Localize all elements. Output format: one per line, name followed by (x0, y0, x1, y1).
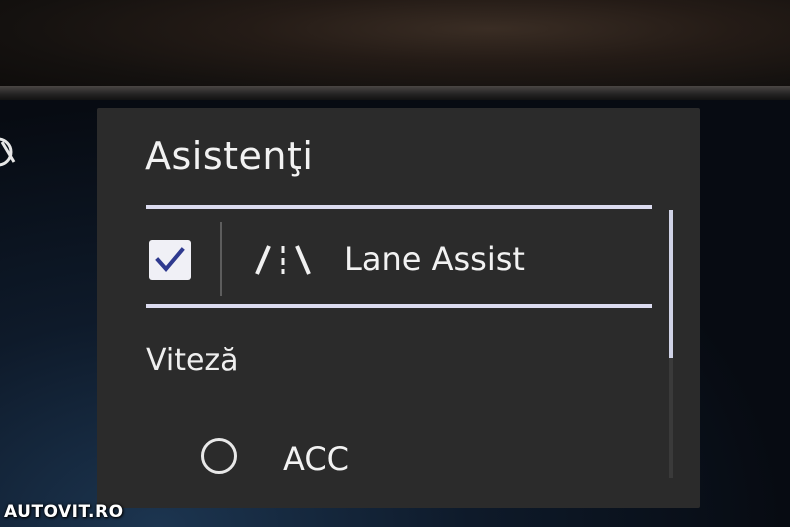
row-divider (220, 222, 222, 296)
checkmark-icon (155, 247, 185, 273)
speed-section-label: Viteză (146, 343, 239, 378)
acc-radio-button[interactable] (201, 438, 237, 474)
watermark-logo: AUTOVIT.RO (4, 502, 124, 522)
driver-assist-icon[interactable] (0, 132, 26, 172)
scrollbar-thumb[interactable] (669, 210, 673, 358)
row-top-border (146, 205, 652, 209)
lane-assist-label: Lane Assist (344, 240, 525, 278)
scrollbar-track[interactable] (669, 358, 673, 478)
car-infotainment-photo: Asistenţi Lane Assist Viteză ACC AUTOVIT… (0, 0, 790, 527)
lane-assist-checkbox[interactable] (149, 240, 191, 280)
screen-bezel (0, 86, 790, 100)
panel-title: Asistenţi (145, 134, 314, 178)
lane-assist-icon (255, 245, 311, 275)
acc-label: ACC (283, 440, 350, 478)
row-bottom-border (146, 304, 652, 308)
dashboard-trim (0, 0, 790, 96)
